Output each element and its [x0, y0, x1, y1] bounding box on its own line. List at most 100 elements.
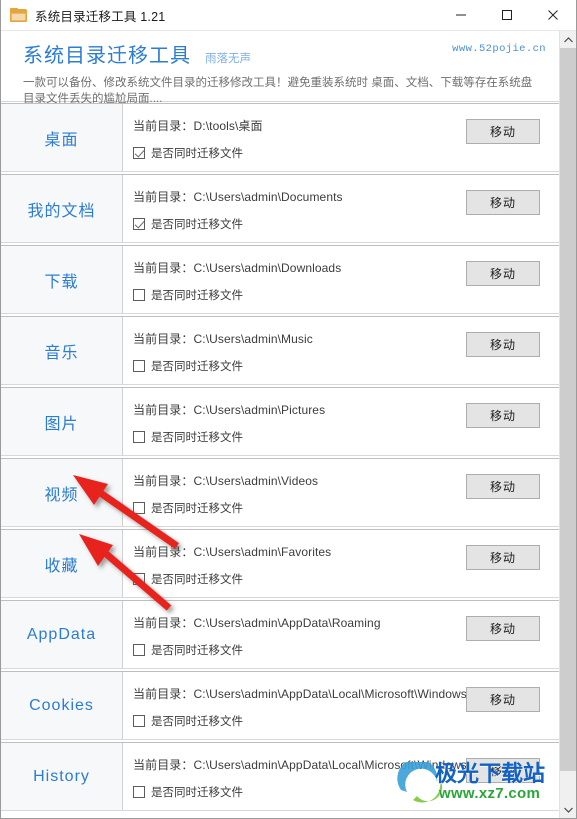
row-name-cookies: Cookies	[1, 672, 123, 739]
website-link[interactable]: www.52pojie.cn	[452, 43, 546, 55]
minimize-icon	[456, 14, 466, 16]
migrate-files-checkbox[interactable]: 是否同时迁移文件	[133, 358, 243, 374]
move-button[interactable]: 移动	[466, 261, 540, 286]
maximize-button[interactable]	[484, 0, 530, 31]
checkbox-label: 是否同时迁移文件	[151, 290, 243, 302]
table-row: AppData 当前目录：C:\Users\admin\AppData\Roam…	[1, 600, 559, 669]
checkbox-label: 是否同时迁移文件	[151, 361, 243, 373]
move-button[interactable]: 移动	[466, 474, 540, 499]
path-label: 当前目录：	[133, 332, 194, 346]
table-row: 我的文档 当前目录：C:\Users\admin\Documents 是否同时迁…	[1, 174, 559, 243]
checkbox-label: 是否同时迁移文件	[151, 574, 243, 586]
checkbox-box[interactable]	[133, 573, 145, 585]
row-name-pictures: 图片	[1, 388, 123, 455]
checkbox-label: 是否同时迁移文件	[151, 432, 243, 444]
table-row: 视频 当前目录：C:\Users\admin\Videos 是否同时迁移文件 移…	[1, 458, 559, 527]
path-value: C:\Users\admin\Videos	[193, 474, 319, 488]
page-title: 系统目录迁移工具	[23, 45, 191, 67]
migrate-files-checkbox[interactable]: 是否同时迁移文件	[133, 784, 243, 800]
checkbox-box[interactable]	[133, 431, 145, 443]
row-body: 当前目录：C:\Users\admin\AppData\Local\Micros…	[123, 672, 559, 739]
row-name-videos: 视频	[1, 459, 123, 526]
path-label: 当前目录：	[133, 190, 194, 204]
migrate-files-checkbox[interactable]: 是否同时迁移文件	[133, 287, 243, 303]
checkbox-box[interactable]	[133, 644, 145, 656]
migrate-files-checkbox[interactable]: 是否同时迁移文件	[133, 145, 243, 161]
path-label: 当前目录：	[133, 687, 194, 701]
path-value: C:\Users\admin\Documents	[193, 190, 343, 204]
row-action: 移动	[466, 616, 540, 641]
move-button[interactable]: 移动	[466, 119, 540, 144]
row-action: 移动	[466, 190, 540, 215]
close-button[interactable]	[530, 0, 576, 31]
path-label: 当前目录：	[133, 474, 194, 488]
scroll-up-icon[interactable]	[560, 31, 576, 48]
scrollbar-thumb[interactable]	[560, 48, 576, 771]
row-body: 当前目录：D:\tools\桌面 是否同时迁移文件 移动	[123, 104, 559, 171]
folder-icon	[10, 7, 27, 23]
path-value: C:\Users\admin\Downloads	[193, 261, 342, 275]
row-body: 当前目录：C:\Users\admin\AppData\Local\Micros…	[123, 743, 559, 810]
checkbox-box[interactable]	[133, 218, 145, 230]
row-name-documents: 我的文档	[1, 175, 123, 242]
minimize-button[interactable]	[438, 0, 484, 31]
row-name-appdata: AppData	[1, 601, 123, 668]
path-label: 当前目录：	[133, 403, 194, 417]
move-button[interactable]: 移动	[466, 403, 540, 428]
directory-list: 桌面 当前目录：D:\tools\桌面 是否同时迁移文件 移动 我的文档 当前目…	[1, 103, 559, 818]
maximize-icon	[502, 10, 512, 20]
row-body: 当前目录：C:\Users\admin\AppData\Roaming 是否同时…	[123, 601, 559, 668]
row-body: 当前目录：C:\Users\admin\Favorites 是否同时迁移文件 移…	[123, 530, 559, 597]
move-button[interactable]: 移动	[466, 758, 540, 783]
migrate-files-checkbox[interactable]: 是否同时迁移文件	[133, 642, 243, 658]
table-row: 音乐 当前目录：C:\Users\admin\Music 是否同时迁移文件 移动	[1, 316, 559, 385]
row-name-favorites: 收藏	[1, 530, 123, 597]
table-row: 收藏 当前目录：C:\Users\admin\Favorites 是否同时迁移文…	[1, 529, 559, 598]
checkbox-label: 是否同时迁移文件	[151, 716, 243, 728]
vertical-scrollbar[interactable]	[559, 31, 576, 818]
checkbox-label: 是否同时迁移文件	[151, 219, 243, 231]
checkbox-label: 是否同时迁移文件	[151, 645, 243, 657]
row-action: 移动	[466, 119, 540, 144]
migrate-files-checkbox[interactable]: 是否同时迁移文件	[133, 500, 243, 516]
window-controls	[438, 0, 576, 31]
migrate-files-checkbox[interactable]: 是否同时迁移文件	[133, 571, 243, 587]
checkbox-box[interactable]	[133, 786, 145, 798]
path-value: D:\tools\桌面	[193, 119, 263, 133]
path-label: 当前目录：	[133, 758, 194, 772]
scroll-down-icon[interactable]	[560, 801, 576, 818]
path-label: 当前目录：	[133, 616, 194, 630]
row-action: 移动	[466, 758, 540, 783]
path-value: C:\Users\admin\Music	[193, 332, 313, 346]
path-value: C:\Users\admin\Pictures	[193, 403, 326, 417]
path-value: C:\Users\admin\AppData\Local\Microsoft\W…	[193, 758, 509, 772]
row-body: 当前目录：C:\Users\admin\Downloads 是否同时迁移文件 移…	[123, 246, 559, 313]
move-button[interactable]: 移动	[466, 545, 540, 570]
move-button[interactable]: 移动	[466, 332, 540, 357]
row-body: 当前目录：C:\Users\admin\Documents 是否同时迁移文件 移…	[123, 175, 559, 242]
checkbox-box[interactable]	[133, 147, 145, 159]
migrate-files-checkbox[interactable]: 是否同时迁移文件	[133, 429, 243, 445]
author-label: 雨落无声	[205, 53, 251, 65]
path-label: 当前目录：	[133, 545, 194, 559]
row-name-music: 音乐	[1, 317, 123, 384]
migrate-files-checkbox[interactable]: 是否同时迁移文件	[133, 713, 243, 729]
move-button[interactable]: 移动	[466, 687, 540, 712]
table-row: Cookies 当前目录：C:\Users\admin\AppData\Loca…	[1, 671, 559, 740]
path-label: 当前目录：	[133, 119, 194, 133]
header-banner: 系统目录迁移工具 雨落无声 www.52pojie.cn 一款可以备份、修改系统…	[1, 31, 576, 105]
checkbox-box[interactable]	[133, 502, 145, 514]
migrate-files-checkbox[interactable]: 是否同时迁移文件	[133, 216, 243, 232]
checkbox-box[interactable]	[133, 715, 145, 727]
move-button[interactable]: 移动	[466, 190, 540, 215]
table-row: History 当前目录：C:\Users\admin\AppData\Loca…	[1, 742, 559, 811]
move-button[interactable]: 移动	[466, 616, 540, 641]
row-action: 移动	[466, 474, 540, 499]
row-body: 当前目录：C:\Users\admin\Videos 是否同时迁移文件 移动	[123, 459, 559, 526]
checkbox-label: 是否同时迁移文件	[151, 787, 243, 799]
checkbox-box[interactable]	[133, 360, 145, 372]
close-icon	[548, 10, 558, 20]
checkbox-box[interactable]	[133, 289, 145, 301]
table-row: 下载 当前目录：C:\Users\admin\Downloads 是否同时迁移文…	[1, 245, 559, 314]
row-action: 移动	[466, 261, 540, 286]
